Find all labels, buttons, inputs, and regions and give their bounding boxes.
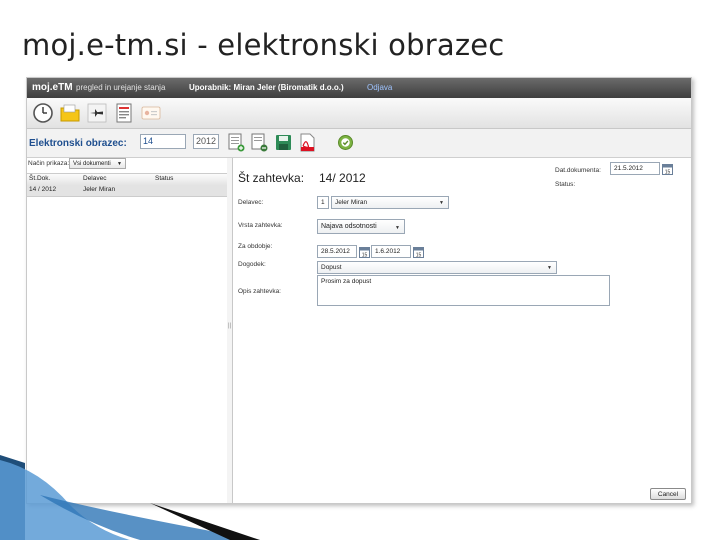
request-type-label: Vrsta zahtevka: xyxy=(238,222,283,229)
form-header: Elektronski obrazec: 14 2012 xyxy=(27,129,691,158)
confirm-icon[interactable] xyxy=(337,133,354,152)
svg-text:15: 15 xyxy=(416,253,422,259)
worker-id-input[interactable]: 1 xyxy=(317,196,329,209)
card-icon[interactable] xyxy=(140,102,162,124)
document-list-panel: Način prikaza: Vsi dokumenti ▼ Št.Dok. D… xyxy=(27,158,228,503)
chevron-down-icon: ▼ xyxy=(117,161,122,167)
calendar-icon[interactable]: 15 xyxy=(662,163,673,175)
form-number-input[interactable]: 14 xyxy=(140,134,186,149)
app-header: moj.eTM pregled in urejanje stanja Upora… xyxy=(27,78,691,98)
filter-select[interactable]: Vsi dokumenti ▼ xyxy=(69,158,126,169)
logout-link[interactable]: Odjava xyxy=(367,83,392,92)
cell-worker: Jeler Miran xyxy=(83,186,116,193)
add-document-icon[interactable] xyxy=(228,133,245,152)
clock-icon[interactable] xyxy=(32,102,54,124)
worker-name: Jeler Miran xyxy=(335,199,368,206)
chevron-down-icon: ▼ xyxy=(547,265,552,271)
app-window: moj.eTM pregled in urejanje stanja Upora… xyxy=(26,77,692,504)
folder-icon[interactable] xyxy=(59,102,81,124)
cell-doc-number: 14 / 2012 xyxy=(29,186,57,193)
cancel-button[interactable]: Cancel xyxy=(650,488,686,500)
chevron-down-icon: ▼ xyxy=(395,225,400,231)
edit-document-icon[interactable] xyxy=(251,133,268,152)
doc-date-input[interactable]: 21.5.2012 xyxy=(610,162,660,175)
slide-title: moj.e-tm.si - elektronski obrazec xyxy=(22,28,505,62)
request-type-value: Najava odsotnosti xyxy=(321,223,377,230)
plane-icon[interactable] xyxy=(86,102,108,124)
main-toolbar xyxy=(27,98,691,129)
svg-text:15: 15 xyxy=(362,253,368,259)
splitter-grip-icon[interactable]: || xyxy=(228,323,231,329)
calendar-icon[interactable]: 15 xyxy=(359,246,370,258)
user-label: Uporabnik: Miran Jeler (Biromatik d.o.o.… xyxy=(189,83,344,92)
document-list-icon[interactable] xyxy=(113,102,135,124)
calendar-icon[interactable]: 15 xyxy=(413,246,424,258)
description-textarea[interactable]: Prosim za dopust xyxy=(317,275,610,306)
worker-label: Delavec: xyxy=(238,199,264,206)
filter-label: Način prikaza: xyxy=(28,160,70,167)
form-title: Elektronski obrazec: xyxy=(29,138,127,149)
event-label: Dogodek: xyxy=(238,261,266,268)
app-logo[interactable]: moj.eTM xyxy=(32,82,73,93)
save-icon[interactable] xyxy=(275,133,292,152)
description-label: Opis zahtevka: xyxy=(238,288,281,295)
request-type-select[interactable]: Najava odsotnosti ▼ xyxy=(317,219,405,234)
svg-text:15: 15 xyxy=(665,170,671,176)
filter-value: Vsi dokumenti xyxy=(73,161,111,167)
slide-decoration xyxy=(0,455,260,540)
period-from-input[interactable]: 28.5.2012 xyxy=(317,245,357,258)
period-label: Za obdobje: xyxy=(238,243,273,250)
panel-splitter[interactable] xyxy=(227,158,233,503)
column-header[interactable]: Št.Dok. xyxy=(29,175,50,182)
status-label: Status: xyxy=(555,181,576,188)
request-title: Št zahtevka: xyxy=(238,171,305,185)
worker-select[interactable]: Jeler Miran ▼ xyxy=(331,196,449,209)
event-select[interactable]: Dopust ▼ xyxy=(317,261,557,274)
pdf-icon[interactable] xyxy=(299,133,316,152)
form-year-input[interactable]: 2012 xyxy=(193,134,219,149)
table-row[interactable]: 14 / 2012 Jeler Miran xyxy=(27,185,227,197)
app-description: pregled in urejanje stanja xyxy=(76,83,166,92)
chevron-down-icon: ▼ xyxy=(439,200,444,206)
column-header[interactable]: Status xyxy=(155,175,173,182)
period-to-input[interactable]: 1.6.2012 xyxy=(371,245,411,258)
event-value: Dopust xyxy=(321,264,342,271)
column-header[interactable]: Delavec xyxy=(83,175,106,182)
request-number: 14/ 2012 xyxy=(319,171,366,185)
doc-date-label: Dat.dokumenta: xyxy=(555,167,601,174)
